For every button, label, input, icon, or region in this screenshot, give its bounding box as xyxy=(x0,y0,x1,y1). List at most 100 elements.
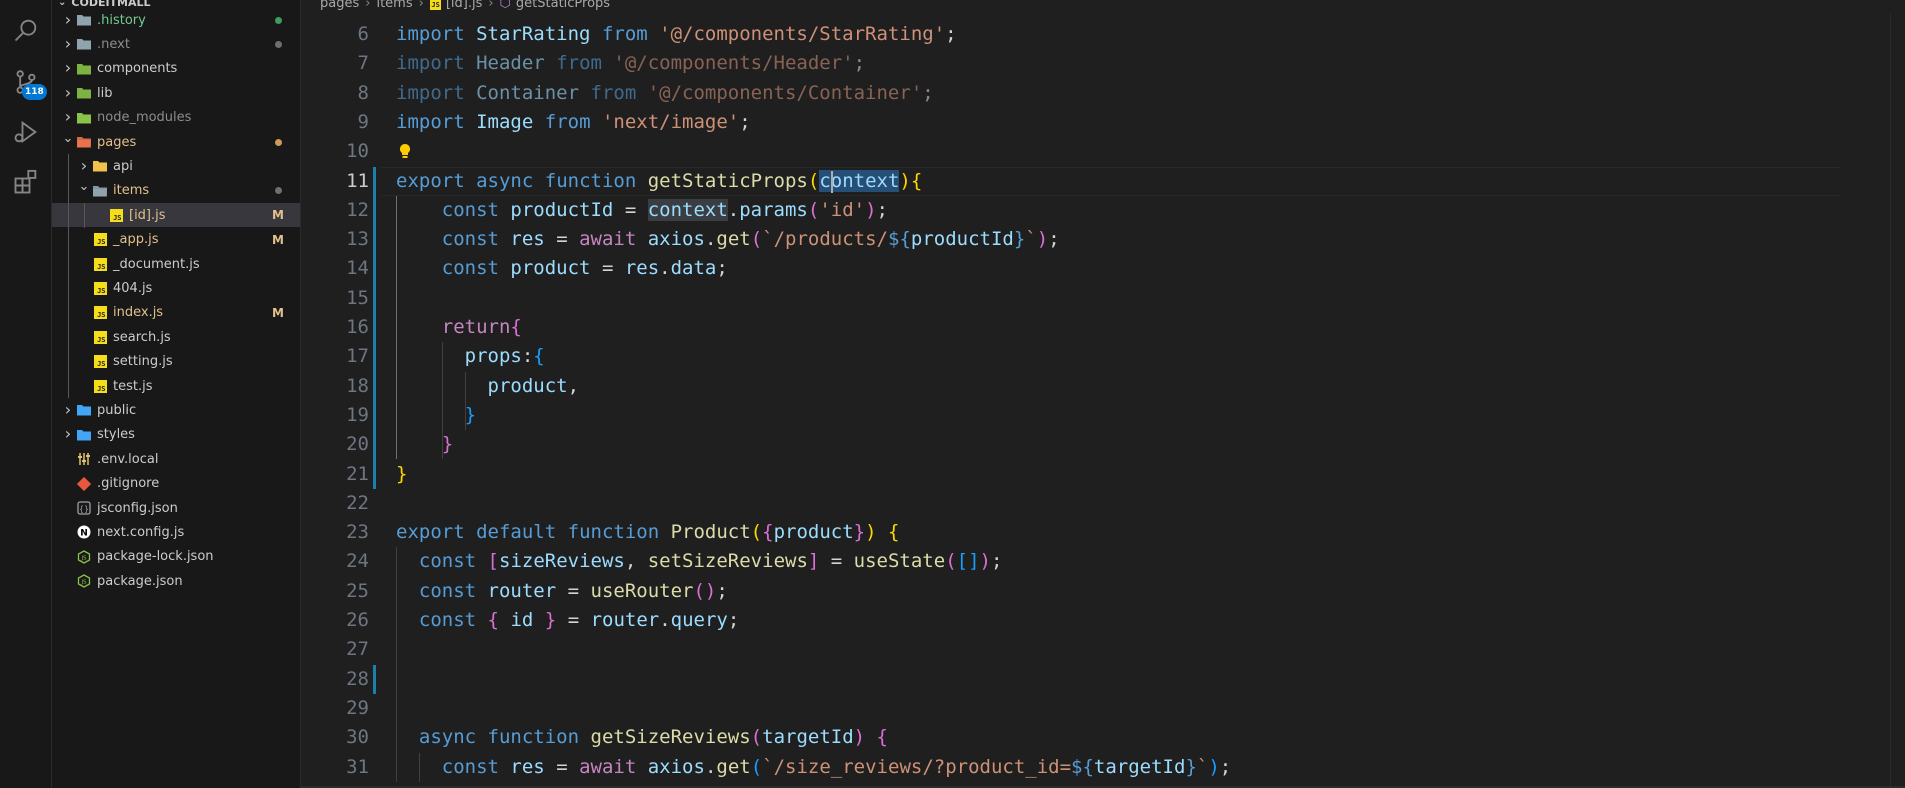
code-line[interactable]: 13 const res = await axios.get(`/product… xyxy=(301,225,1761,254)
tree-folder[interactable]: › node_modules xyxy=(52,106,300,130)
code-line[interactable]: 24 const [sizeReviews, setSizeReviews] =… xyxy=(301,547,1761,576)
code-line[interactable]: 22 xyxy=(301,489,1761,518)
code-line[interactable]: 19 } xyxy=(301,401,1761,430)
folder-open-icon xyxy=(76,134,92,150)
code-line[interactable]: 9 import Image from 'next/image'; xyxy=(301,108,1761,137)
code-line[interactable]: 8 import Container from '@/components/Con… xyxy=(301,79,1761,108)
code-token: ( xyxy=(750,726,763,749)
tree-folder[interactable]: › styles xyxy=(52,423,300,447)
tree-file[interactable]: {} jsconfig.json xyxy=(52,496,300,520)
code-line[interactable]: 25 const router = useRouter(); xyxy=(301,577,1761,606)
tree-file[interactable]: JS [id].js M xyxy=(52,203,300,228)
extensions-icon[interactable] xyxy=(10,166,42,198)
tree-file[interactable]: JS test.js xyxy=(52,374,300,398)
code-line[interactable]: 20 } xyxy=(301,430,1761,459)
code-token: const xyxy=(441,755,499,778)
code-line[interactable]: 23 export default function Product({produ… xyxy=(301,518,1761,547)
code-line[interactable]: 17 props:{ xyxy=(301,342,1761,371)
tree-file[interactable]: JS setting.js xyxy=(52,350,300,374)
tree-file[interactable]: .gitignore xyxy=(52,472,300,496)
code-token: const xyxy=(418,550,477,573)
code-token: targetId xyxy=(1093,755,1186,778)
tree-file[interactable]: JS package.json xyxy=(52,569,300,593)
code-line[interactable]: 6 import StarRating from '@/components/St… xyxy=(301,20,1761,49)
explorer-panel: ⌄ CODEITMALL › .history › .next › components ›… xyxy=(52,0,301,788)
code-line[interactable]: 7 import Header from '@/components/Header… xyxy=(301,49,1761,78)
code-token: Image xyxy=(476,110,534,133)
js-file-icon: JS xyxy=(429,0,441,10)
svg-text:JS: JS xyxy=(80,555,87,561)
folder-icon xyxy=(76,427,92,443)
code-line[interactable]: 30 async function getSizeReviews(targetI… xyxy=(301,723,1761,752)
tree-file[interactable]: Nnext.config.js xyxy=(52,520,300,544)
indent-guide xyxy=(68,154,69,399)
code-line[interactable]: 18 product, xyxy=(301,372,1761,401)
code-line[interactable]: 28 xyxy=(301,665,1761,694)
code-text: const res = await axios.get(`/size_revie… xyxy=(396,753,1231,782)
code-line[interactable]: 10 xyxy=(301,137,1761,166)
code-line[interactable]: 15 xyxy=(301,284,1761,313)
code-token: get xyxy=(716,755,751,778)
chevron-right-icon: › xyxy=(64,58,72,78)
line-number: 26 xyxy=(346,609,369,631)
code-line[interactable]: 16 return{ xyxy=(301,313,1761,342)
tree-folder[interactable]: › lib xyxy=(52,81,300,105)
tree-folder[interactable]: › .next xyxy=(52,32,300,56)
editor-scrollbar[interactable] xyxy=(1890,14,1905,788)
tree-file[interactable]: .env.local xyxy=(52,447,300,471)
tree-folder[interactable]: › api xyxy=(52,154,300,178)
code-editor[interactable]: 6 import StarRating from '@/components/St… xyxy=(301,14,1905,788)
tree-file[interactable]: JS _app.js M xyxy=(52,228,300,252)
code-token: ; xyxy=(922,81,934,104)
tree-folder[interactable]: ⌄ items xyxy=(52,179,300,203)
svg-text:JS: JS xyxy=(80,580,87,586)
tree-folder[interactable]: › .history xyxy=(52,8,300,32)
breadcrumb-item[interactable]: getStaticProps xyxy=(516,0,610,10)
code-line[interactable]: 14 const product = res.data; xyxy=(301,254,1761,283)
breadcrumb-item[interactable]: [id].js xyxy=(446,0,483,10)
tree-item-label: .env.local xyxy=(97,451,159,467)
tree-folder[interactable]: › public xyxy=(52,398,300,422)
nodejs-icon: JS xyxy=(76,573,92,589)
search-icon[interactable] xyxy=(10,14,42,46)
tree-folder[interactable]: ⌄ pages xyxy=(52,130,300,154)
run-debug-icon[interactable] xyxy=(10,116,42,148)
code-text: return{ xyxy=(396,313,522,342)
tree-file[interactable]: JS search.js xyxy=(52,325,300,349)
code-line[interactable]: 12 const productId = context.params('id'… xyxy=(301,196,1761,225)
chevron-down-icon: ⌄ xyxy=(78,179,90,195)
code-line[interactable]: 26 const { id } = router.query; xyxy=(301,606,1761,635)
code-token: import xyxy=(396,23,465,45)
code-line[interactable]: 21} xyxy=(301,460,1761,489)
code-text: import Image from 'next/image'; xyxy=(396,108,751,137)
code-line[interactable]: 31 const res = await axios.get(`/size_re… xyxy=(301,753,1761,782)
code-token: axios xyxy=(647,228,705,251)
breadcrumb-item[interactable]: pages xyxy=(320,0,359,10)
tree-file[interactable]: JS 404.js xyxy=(52,276,300,300)
breadcrumb-item[interactable]: items xyxy=(376,0,412,10)
code-line[interactable]: 27 xyxy=(301,635,1761,664)
code-line[interactable]: 29 xyxy=(301,694,1761,723)
code-token: { xyxy=(888,521,900,544)
code-token: getSizeReviews xyxy=(590,726,751,749)
line-number: 10 xyxy=(346,140,369,163)
tree-file[interactable]: JS index.js M xyxy=(52,301,300,325)
code-token: res xyxy=(624,257,660,280)
code-line[interactable]: 11 export async function getStaticProps(c… xyxy=(301,167,1761,196)
tree-file[interactable]: JS _document.js xyxy=(52,252,300,276)
code-text: const { id } = router.query; xyxy=(396,606,739,635)
code-token: targetId xyxy=(762,726,854,749)
code-token: : xyxy=(521,345,534,368)
tree-item-label: .gitignore xyxy=(97,476,160,492)
tree-file[interactable]: JS package-lock.json xyxy=(52,545,300,569)
code-token: productId xyxy=(510,198,614,221)
tree-folder[interactable]: › components xyxy=(52,57,300,81)
lightbulb-icon[interactable] xyxy=(398,143,412,159)
